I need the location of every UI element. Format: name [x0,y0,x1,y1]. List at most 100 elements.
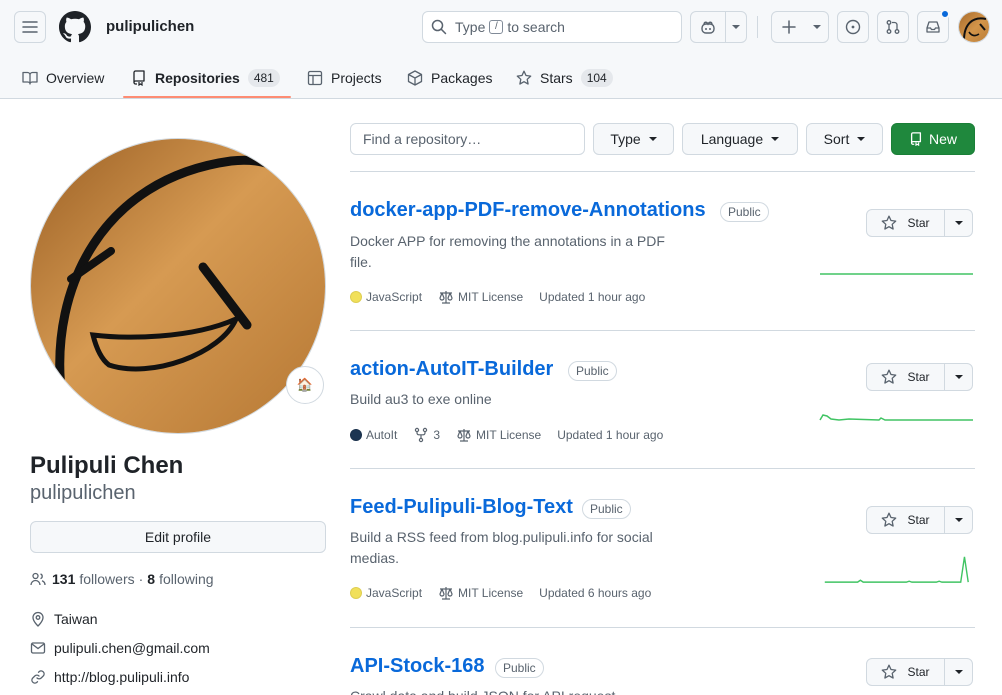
repository-forks[interactable]: 3 [413,427,440,443]
followers-count[interactable]: 131 [52,571,75,587]
profile-email[interactable]: pulipuli.chen@gmail.com [30,640,210,656]
tab-repositories[interactable]: Repositories 481 [131,56,280,99]
issues-button[interactable] [837,11,869,43]
repository-updated: Updated 6 hours ago [539,586,652,600]
repository-language: AutoIt [350,428,397,442]
hamburger-icon [22,21,38,33]
repository-meta: AutoIt 3 MIT License Updated 1 hour ago [350,427,679,443]
follow-separator: · [138,571,144,587]
repository-language: JavaScript [350,290,422,304]
link-icon [31,670,45,684]
copilot-icon[interactable] [691,12,725,42]
search-input[interactable]: Type / to search [422,11,682,43]
chevron-down-icon[interactable] [726,12,746,42]
new-repository-button[interactable]: New [891,123,975,155]
visibility-badge: Public [582,499,631,519]
type-filter-button[interactable]: Type [593,123,674,155]
followers-link[interactable]: followers [79,571,134,587]
repository-name-link[interactable]: API-Stock-168 [350,655,485,678]
repository-updated: Updated 1 hour ago [557,428,664,442]
chevron-down-icon[interactable] [806,12,828,42]
profile-website[interactable]: http://blog.pulipuli.info [30,669,189,685]
new-label: New [928,131,957,147]
star-button[interactable]: Star [867,364,944,390]
repository-name-link[interactable]: Feed-Pulipuli-Blog-Text [350,496,573,519]
language-label: AutoIt [366,428,398,442]
sort-button[interactable]: Sort [806,123,883,155]
book-icon [22,71,38,85]
repository-meta: JavaScript MIT License Updated 6 hours a… [350,585,667,601]
edit-profile-button[interactable]: Edit profile [30,521,326,553]
find-repository-input[interactable]: Find a repository… [350,123,585,155]
chevron-down-icon [954,518,963,522]
repository-item: Feed-Pulipuli-Blog-Text Public Build a R… [350,496,975,626]
location-icon [32,611,44,627]
tab-overview[interactable]: Overview [22,56,104,99]
follow-stats: 131 followers · 8 following [30,571,214,587]
star-button[interactable]: Star [867,659,944,685]
chevron-down-icon [954,221,963,225]
following-link[interactable]: following [159,571,213,587]
stars-count: 104 [580,68,613,87]
star-list-dropdown[interactable] [945,364,972,390]
tab-stars[interactable]: Stars 104 [516,56,613,99]
mail-icon [30,642,46,654]
license-label: MIT License [476,428,542,442]
tab-projects[interactable]: Projects [307,56,382,99]
star-button-group[interactable]: Star [866,209,973,237]
repository-item: docker-app-PDF-remove-Annotations Public… [350,199,975,329]
activity-sparkline [819,414,973,421]
license-label: MIT License [458,586,524,600]
website-link[interactable]: http://blog.pulipuli.info [54,669,189,685]
star-button-group[interactable]: Star [866,658,973,686]
sort-label: Sort [823,131,850,147]
activity-sparkline [824,556,969,583]
language-color-dot [350,587,362,599]
repository-license: MIT License [456,427,541,443]
repository-name-link[interactable]: docker-app-PDF-remove-Annotations [350,199,706,222]
star-button[interactable]: Star [867,507,944,533]
star-list-dropdown[interactable] [945,210,972,236]
language-filter-button[interactable]: Language [682,123,798,155]
profile-avatar[interactable] [30,138,326,434]
star-label: Star [907,665,930,679]
star-button-group[interactable]: Star [866,506,973,534]
repository-description: Crawl data and build JSON for API reques… [350,686,690,695]
package-icon [407,69,423,86]
header-username[interactable]: pulipulichen [106,18,194,35]
menu-button[interactable] [14,11,46,43]
forks-count: 3 [433,428,441,442]
search-icon [431,19,447,35]
pull-requests-button[interactable] [877,11,909,43]
repository-item: API-Stock-168 Public Crawl data and buil… [350,655,975,695]
set-status-button[interactable]: 🏠 [286,366,324,404]
issue-opened-icon [845,19,861,35]
visibility-badge: Public [568,361,617,381]
list-divider [350,330,975,331]
repository-name-link[interactable]: action-AutoIT-Builder [350,358,553,381]
status-emoji-icon: 🏠 [296,377,314,392]
repository-language: JavaScript [350,586,422,600]
tab-packages[interactable]: Packages [407,56,492,99]
star-list-dropdown[interactable] [945,507,972,533]
star-button-group[interactable]: Star [866,363,973,391]
following-count[interactable]: 8 [147,571,155,587]
repo-icon [910,132,922,146]
user-avatar[interactable] [958,11,990,43]
create-new-button[interactable] [771,11,829,43]
header-divider [757,16,758,38]
email-link[interactable]: pulipuli.chen@gmail.com [54,640,210,656]
global-header: pulipulichen Type / to search Overview R… [0,0,1002,99]
profile-login: pulipulichen [30,482,136,504]
star-icon [882,215,897,230]
plus-icon[interactable] [772,12,806,42]
table-icon [307,70,323,85]
star-button[interactable]: Star [867,210,944,236]
copilot-button[interactable] [690,11,747,43]
chevron-down-icon [771,137,780,141]
tab-stars-label: Stars [540,69,573,86]
star-list-dropdown[interactable] [945,659,972,685]
location-text: Taiwan [54,611,98,627]
github-logo-icon[interactable] [59,11,91,43]
law-icon [439,587,453,600]
